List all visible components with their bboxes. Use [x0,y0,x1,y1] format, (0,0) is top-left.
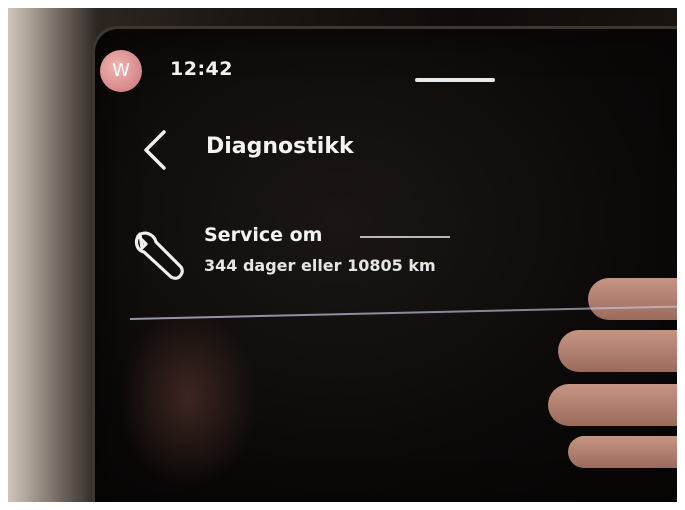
wrench-icon [134,231,184,280]
screen-glare [360,236,450,238]
finger [588,278,677,320]
car-interior-left [8,8,98,502]
status-bar: W 12:42 [100,50,520,92]
user-avatar[interactable]: W [100,50,142,92]
screen-reflection [118,308,258,488]
service-list-item[interactable]: Service om 344 dager eller 10805 km [130,222,490,282]
page-title: Diagnostikk [206,134,354,159]
finger [558,330,677,372]
finger [568,436,677,468]
service-detail: 344 dager eller 10805 km [204,256,436,275]
drag-handle[interactable] [415,78,495,82]
finger [548,384,677,426]
hand [548,268,677,468]
clock: 12:42 [170,58,233,80]
back-button[interactable] [138,128,174,172]
chevron-left-icon [144,130,166,170]
page-header: Diagnostikk [138,128,438,172]
service-title: Service om [204,224,323,246]
